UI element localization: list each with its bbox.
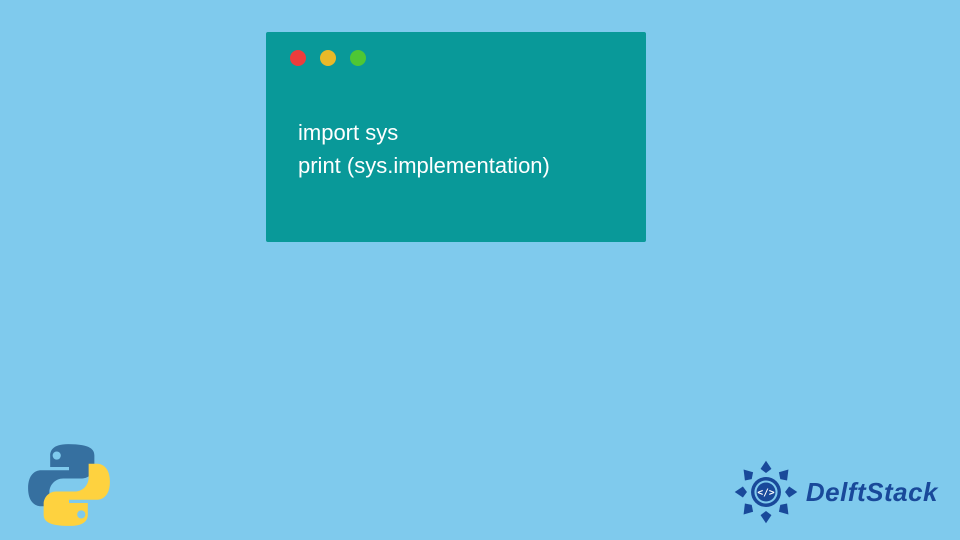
code-body: import sys print (sys.implementation) [266,76,646,202]
delftstack-emblem-icon: </> [732,458,800,526]
code-line-2: print (sys.implementation) [298,149,626,182]
svg-text:</>: </> [757,487,774,498]
python-logo-icon [24,440,114,530]
code-window: import sys print (sys.implementation) [266,32,646,242]
code-line-1: import sys [298,116,626,149]
delftstack-brand-text: DelftStack [806,477,938,508]
minimize-icon[interactable] [320,50,336,66]
maximize-icon[interactable] [350,50,366,66]
delftstack-logo: </> DelftStack [732,458,938,526]
window-titlebar [266,32,646,76]
close-icon[interactable] [290,50,306,66]
